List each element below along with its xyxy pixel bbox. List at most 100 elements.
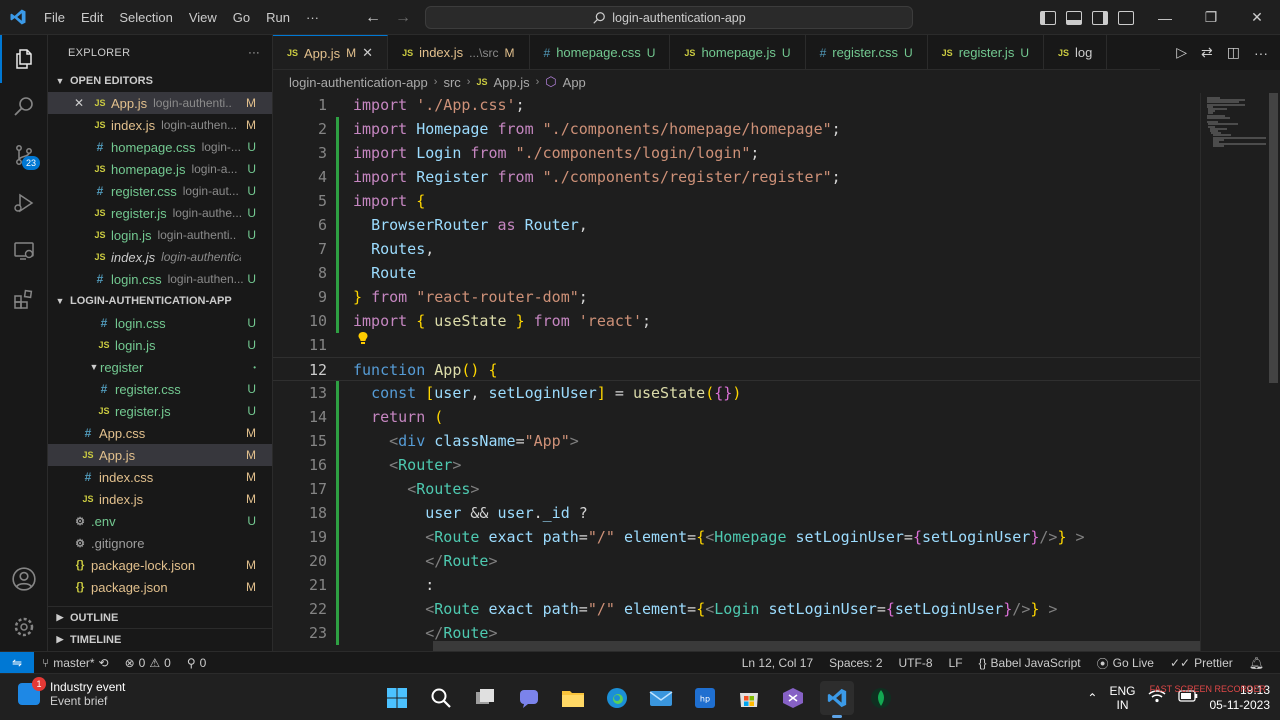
menu-run[interactable]: Run [258,0,298,35]
notifications-bell-icon[interactable]: 🔔︎ [1241,656,1272,670]
code-line[interactable]: 9} from "react-router-dom"; [273,285,1200,309]
news-widget[interactable]: 1 Industry event Event brief [18,677,125,708]
windows-start-icon[interactable] [380,681,414,715]
code-line[interactable]: 20 </Route> [273,549,1200,573]
editor-tab[interactable]: JS log [1044,35,1108,69]
toggle-secondary-sidebar-icon[interactable] [1092,10,1108,25]
back-arrow-icon[interactable]: ← [365,9,381,27]
mongodb-compass-icon[interactable] [864,681,898,715]
file-item[interactable]: # register.css U [48,378,272,400]
code-line[interactable]: 22 <Route exact path="/" element={<Login… [273,597,1200,621]
open-editor-item[interactable]: JS homepage.js login-a... U [48,158,272,180]
code-line[interactable]: 8 Route [273,261,1200,285]
breadcrumb-item[interactable]: App.js [493,75,529,90]
menu-file[interactable]: File [36,0,73,35]
code-line[interactable]: 13 const [user, setLoginUser] = useState… [273,381,1200,405]
extensions-icon[interactable] [0,275,48,323]
chevron-up-icon[interactable]: ⌃ [1087,691,1097,705]
scrollbar-thumb[interactable] [1269,93,1278,383]
code-line[interactable]: 1 import './App.css'; [273,93,1200,117]
code-line[interactable]: 16 <Router> [273,453,1200,477]
account-icon[interactable] [0,555,48,603]
open-editor-item[interactable]: # homepage.css login-... U [48,136,272,158]
run-debug-icon[interactable] [0,179,48,227]
explorer-icon[interactable] [0,35,48,83]
file-item[interactable]: JS login.js U [48,334,272,356]
forward-arrow-icon[interactable]: → [395,9,411,27]
menu-view[interactable]: View [181,0,225,35]
code-line[interactable]: 6 BrowserRouter as Router, [273,213,1200,237]
more-actions-icon[interactable]: ··· [1254,45,1268,61]
menu-more[interactable]: ··· [298,0,327,35]
microsoft-store-icon[interactable] [732,681,766,715]
search-icon[interactable] [424,681,458,715]
file-item[interactable]: ⚙ .gitignore [48,532,272,554]
customize-layout-icon[interactable] [1118,10,1134,25]
breadcrumb-item[interactable]: App [563,75,586,90]
editor-tab[interactable]: JS register.js U [928,35,1044,69]
restore-icon[interactable]: ❐ [1188,0,1234,35]
code-line[interactable]: 11 [273,333,1200,357]
toggle-panel-icon[interactable] [1066,10,1082,25]
lightbulb-icon[interactable] [357,331,369,345]
file-item[interactable]: # index.css M [48,466,272,488]
menu-selection[interactable]: Selection [111,0,180,35]
outline-header[interactable]: ▶ OUTLINE [48,606,272,628]
mail-icon[interactable] [644,681,678,715]
file-explorer-icon[interactable] [556,681,590,715]
minimap[interactable] [1200,93,1269,651]
editor-tab[interactable]: JS index.js ...\src M [388,35,530,69]
branch-indicator[interactable]: ⑂ master* ⟲ [34,656,117,670]
code-line[interactable]: 4 import Register from "./components/regi… [273,165,1200,189]
file-item[interactable]: JS index.js M [48,488,272,510]
file-item[interactable]: # login.css U [48,312,272,334]
ports-indicator[interactable]: ⚲ 0 [179,656,214,670]
close-tab-icon[interactable]: ✕ [362,45,373,61]
visual-studio-icon[interactable] [776,681,810,715]
code-line[interactable]: 15 <div className="App"> [273,429,1200,453]
code-line[interactable]: 3 import Login from "./components/login/l… [273,141,1200,165]
indentation[interactable]: Spaces: 2 [821,656,890,670]
myhp-icon[interactable]: hp [688,681,722,715]
explorer-more-icon[interactable]: ··· [248,47,260,59]
code-line[interactable]: 14 return ( [273,405,1200,429]
open-editors-header[interactable]: ▼ OPEN EDITORS [48,70,272,92]
close-icon[interactable]: ✕ [1234,0,1280,35]
settings-gear-icon[interactable] [0,603,48,651]
vscode-taskbar-icon[interactable] [820,680,854,718]
editor-tab[interactable]: JS App.js M ✕ [273,35,389,69]
language-indicator[interactable]: ENG IN [1109,684,1135,712]
prettier-button[interactable]: ✓✓ Prettier [1162,656,1241,670]
file-item[interactable]: JS App.js M [48,444,272,466]
search-icon[interactable] [0,83,48,131]
command-center-search[interactable]: login-authentication-app [425,6,913,29]
file-item[interactable]: {} package-lock.json M [48,554,272,576]
breadcrumb-item[interactable]: src [443,75,460,90]
code-line[interactable]: 17 <Routes> [273,477,1200,501]
problems-indicator[interactable]: ⊗ 0 ⚠ 0 [117,656,179,670]
code-editor[interactable]: 1 import './App.css'; 2 import Homepage fro… [273,93,1200,651]
code-line[interactable]: 5 import { [273,189,1200,213]
code-line[interactable]: 19 <Route exact path="/" element={<Homep… [273,525,1200,549]
code-line[interactable]: 2 import Homepage from "./components/home… [273,117,1200,141]
open-editor-item[interactable]: JS login.js login-authenti... U [48,224,272,246]
open-editor-item[interactable]: JS register.js login-authe... U [48,202,272,224]
timeline-header[interactable]: ▶ TIMELINE [48,628,272,650]
editor-tab[interactable]: # register.css U [806,35,928,69]
run-icon[interactable]: ▷ [1176,44,1187,61]
breadcrumb-item[interactable]: login-authentication-app [289,75,428,90]
open-editor-item[interactable]: JS index.js login-authentication... [48,246,272,268]
folder-item[interactable]: ▼ register • [48,356,272,378]
editor-tab[interactable]: JS homepage.js U [670,35,806,69]
menu-go[interactable]: Go [225,0,258,35]
language-mode[interactable]: {} Babel JavaScript [971,656,1089,670]
project-header[interactable]: ▼ LOGIN-AUTHENTICATION-APP [48,290,272,312]
minimize-icon[interactable]: — [1142,0,1188,35]
open-editor-item[interactable]: ✕ JS App.js login-authenti... M [48,92,272,114]
close-icon[interactable]: ✕ [74,96,84,110]
edge-browser-icon[interactable] [600,681,634,715]
open-changes-icon[interactable]: ⇄ [1201,44,1213,61]
code-line[interactable]: 21 : [273,573,1200,597]
file-item[interactable]: # App.css M [48,422,272,444]
code-line[interactable]: 7 Routes, [273,237,1200,261]
